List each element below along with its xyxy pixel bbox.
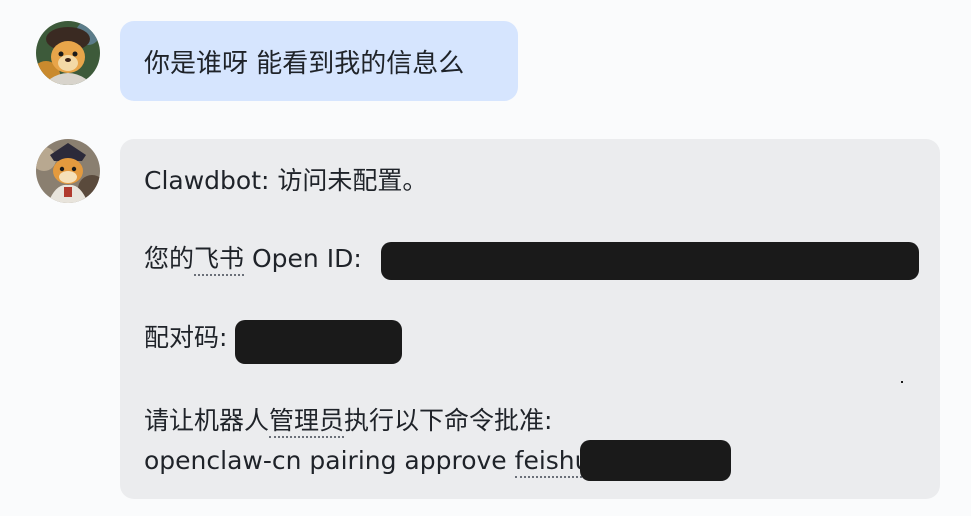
open-id-label: Open ID: <box>244 244 362 273</box>
approval-instruction-line: 请让机器人管理员执行以下命令批准: <box>144 404 552 438</box>
instruction-suffix: 执行以下命令批准: <box>344 406 553 435</box>
instruction-prefix: 请让机器人 <box>144 406 270 435</box>
pairing-code-line: 配对码: <box>144 321 227 355</box>
user-message-bubble[interactable]: 你是谁呀 能看到我的信息么 <box>120 21 518 101</box>
user-message-text: 你是谁呀 能看到我的信息么 <box>144 48 465 79</box>
open-id-redaction <box>381 242 919 280</box>
pairing-code-redaction <box>235 320 402 364</box>
bot-avatar-icon <box>36 139 100 203</box>
user-avatar[interactable] <box>36 21 100 85</box>
bot-avatar[interactable] <box>36 139 100 203</box>
user-avatar-icon <box>36 21 100 85</box>
open-id-prefix: 您的 <box>144 244 195 273</box>
pairing-code-label: 配对码: <box>144 323 228 352</box>
command-code-redaction <box>580 440 731 481</box>
command-text: openclaw-cn pairing approve <box>144 446 515 475</box>
approve-command-line: openclaw-cn pairing approve feishu <box>144 444 591 478</box>
feishu-link[interactable]: 飞书 <box>194 244 245 276</box>
open-id-line: 您的飞书 Open ID: <box>144 242 362 276</box>
access-status-text: Clawdbot: 访问未配置。 <box>144 166 428 195</box>
speck-mark <box>901 381 903 383</box>
bot-message-bubble[interactable]: Clawdbot: 访问未配置。 您的飞书 Open ID: 配对码: 请让机器… <box>120 139 940 499</box>
admin-link[interactable]: 管理员 <box>269 406 345 438</box>
access-status-line: Clawdbot: 访问未配置。 <box>144 164 427 198</box>
